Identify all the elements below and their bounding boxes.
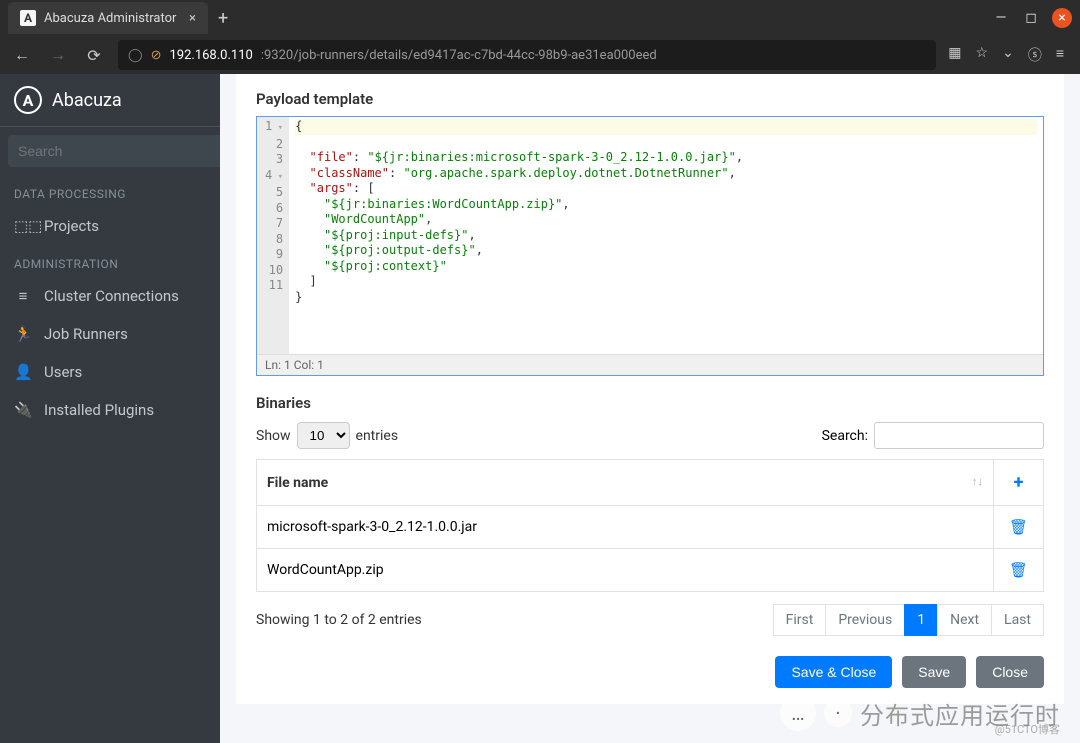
page-next[interactable]: Next — [937, 604, 992, 636]
table-row: WordCountApp.zip 🗑 — [257, 549, 1044, 592]
tab-title: Abacuza Administrator — [44, 11, 176, 26]
user-icon: 👤 — [14, 363, 32, 381]
binaries-search-input[interactable] — [874, 422, 1044, 449]
editor-status-bar: Ln: 1 Col: 1 — [257, 354, 1043, 375]
page-last[interactable]: Last — [991, 604, 1044, 636]
watermark: @51CTO博客 — [995, 721, 1060, 737]
extension-icons: ▦ ☆ ⌄ ⓢ ≡ — [948, 45, 1070, 65]
page-current[interactable]: 1 — [904, 604, 938, 636]
close-tab-icon[interactable]: × — [189, 11, 196, 26]
delete-icon[interactable]: 🗑 — [1009, 518, 1028, 536]
reload-button[interactable]: ⟳ — [82, 46, 106, 65]
add-binary-icon[interactable]: + — [1014, 472, 1024, 493]
minimize-icon[interactable]: — — [992, 9, 1010, 27]
window-controls: — ◻ × — [992, 8, 1072, 28]
show-label: Show — [256, 428, 291, 444]
address-bar[interactable]: ◯ ⊘ 192.168.0.110 :9320/job-runners/detai… — [118, 40, 936, 70]
cluster-icon: ≡ — [14, 287, 32, 305]
runner-icon: 🏃 — [14, 325, 32, 343]
brand-name: Abacuza — [52, 90, 122, 111]
sidebar-item-cluster-connections[interactable]: ≡ Cluster Connections — [0, 277, 220, 315]
content-card: Payload template 1234567891011 { "file":… — [236, 74, 1064, 704]
sidebar-item-installed-plugins[interactable]: 🔌 Installed Plugins — [0, 391, 220, 429]
new-tab-button[interactable]: + — [208, 8, 238, 29]
page-size-select[interactable]: 10 — [297, 422, 350, 449]
url-path: :9320/job-runners/details/ed9417ac-c7bd-… — [261, 48, 657, 63]
binaries-controls: Show 10 entries Search: — [256, 422, 1044, 449]
pocket-icon[interactable]: ⌄ — [1002, 45, 1014, 65]
cell-actions: 🗑 — [994, 506, 1044, 549]
sidebar: A Abacuza DATA PROCESSING ⬚⬚ Projects AD… — [0, 74, 220, 743]
app-root: A Abacuza DATA PROCESSING ⬚⬚ Projects AD… — [0, 74, 1080, 743]
payload-editor[interactable]: 1234567891011 { "file": "${jr:binaries:m… — [256, 116, 1044, 376]
brand-logo-icon: A — [14, 86, 42, 114]
entries-label: entries — [356, 428, 399, 444]
sidebar-item-label: Installed Plugins — [44, 401, 154, 419]
cell-filename: WordCountApp.zip — [257, 549, 994, 592]
save-close-button[interactable]: Save & Close — [775, 656, 892, 688]
close-button[interactable]: Close — [976, 656, 1044, 688]
cell-filename: microsoft-spark-3-0_2.12-1.0.0.jar — [257, 506, 994, 549]
browser-chrome: A Abacuza Administrator × + — ◻ × ← → ⟳ … — [0, 0, 1080, 74]
plug-icon: 🔌 — [14, 401, 32, 419]
insecure-icon: ⊘ — [151, 48, 162, 63]
projects-icon: ⬚⬚ — [14, 217, 32, 235]
binaries-table: File name↑↓ + microsoft-spark-3-0_2.12-1… — [256, 459, 1044, 592]
col-add: + — [994, 460, 1044, 506]
sidebar-item-users[interactable]: 👤 Users — [0, 353, 220, 391]
account-icon[interactable]: ⓢ — [1028, 45, 1042, 65]
menu-icon[interactable]: ≡ — [1056, 45, 1064, 65]
page-first[interactable]: First — [773, 604, 827, 636]
sidebar-item-job-runners[interactable]: 🏃 Job Runners — [0, 315, 220, 353]
url-host: 192.168.0.110 — [169, 48, 252, 63]
table-info: Showing 1 to 2 of 2 entries — [256, 612, 422, 628]
sidebar-search — [0, 127, 220, 175]
favicon: A — [20, 10, 36, 26]
search-label: Search: — [822, 428, 868, 444]
back-button[interactable]: ← — [10, 45, 34, 65]
col-filename[interactable]: File name↑↓ — [257, 460, 994, 506]
sidebar-item-label: Job Runners — [44, 325, 128, 343]
url-bar: ← → ⟳ ◯ ⊘ 192.168.0.110 :9320/job-runners… — [0, 36, 1080, 74]
close-window-icon[interactable]: × — [1052, 8, 1072, 28]
sidebar-item-label: Cluster Connections — [44, 287, 179, 305]
maximize-icon[interactable]: ◻ — [1022, 9, 1040, 27]
save-button[interactable]: Save — [902, 656, 966, 688]
brand[interactable]: A Abacuza — [0, 74, 220, 127]
nav-section-header: ADMINISTRATION — [0, 245, 220, 277]
payload-template-title: Payload template — [256, 90, 1044, 108]
binaries-title: Binaries — [256, 394, 1044, 412]
footer-buttons: Save & Close Save Close — [256, 656, 1044, 688]
cell-actions: 🗑 — [994, 549, 1044, 592]
nav-section-header: DATA PROCESSING — [0, 175, 220, 207]
pagination: First Previous 1 Next Last — [773, 604, 1044, 636]
browser-tab[interactable]: A Abacuza Administrator × — [8, 2, 208, 34]
table-row: microsoft-spark-3-0_2.12-1.0.0.jar 🗑 — [257, 506, 1044, 549]
delete-icon[interactable]: 🗑 — [1009, 561, 1028, 579]
forward-button[interactable]: → — [46, 45, 70, 65]
table-footer: Showing 1 to 2 of 2 entries First Previo… — [256, 604, 1044, 636]
qr-icon[interactable]: ▦ — [948, 45, 961, 65]
main-content: Payload template 1234567891011 { "file":… — [220, 74, 1080, 743]
tab-bar: A Abacuza Administrator × + — ◻ × — [0, 0, 1080, 36]
editor-gutter: 1234567891011 — [257, 117, 289, 354]
editor-code[interactable]: { "file": "${jr:binaries:microsoft-spark… — [289, 117, 1043, 354]
sidebar-search-input[interactable] — [8, 135, 209, 167]
bookmark-icon[interactable]: ☆ — [976, 45, 989, 65]
sidebar-item-label: Users — [44, 363, 82, 381]
sort-icon: ↑↓ — [972, 475, 983, 488]
shield-icon: ◯ — [128, 48, 143, 63]
sidebar-item-label: Projects — [44, 217, 99, 235]
sidebar-item-projects[interactable]: ⬚⬚ Projects — [0, 207, 220, 245]
page-previous[interactable]: Previous — [825, 604, 905, 636]
